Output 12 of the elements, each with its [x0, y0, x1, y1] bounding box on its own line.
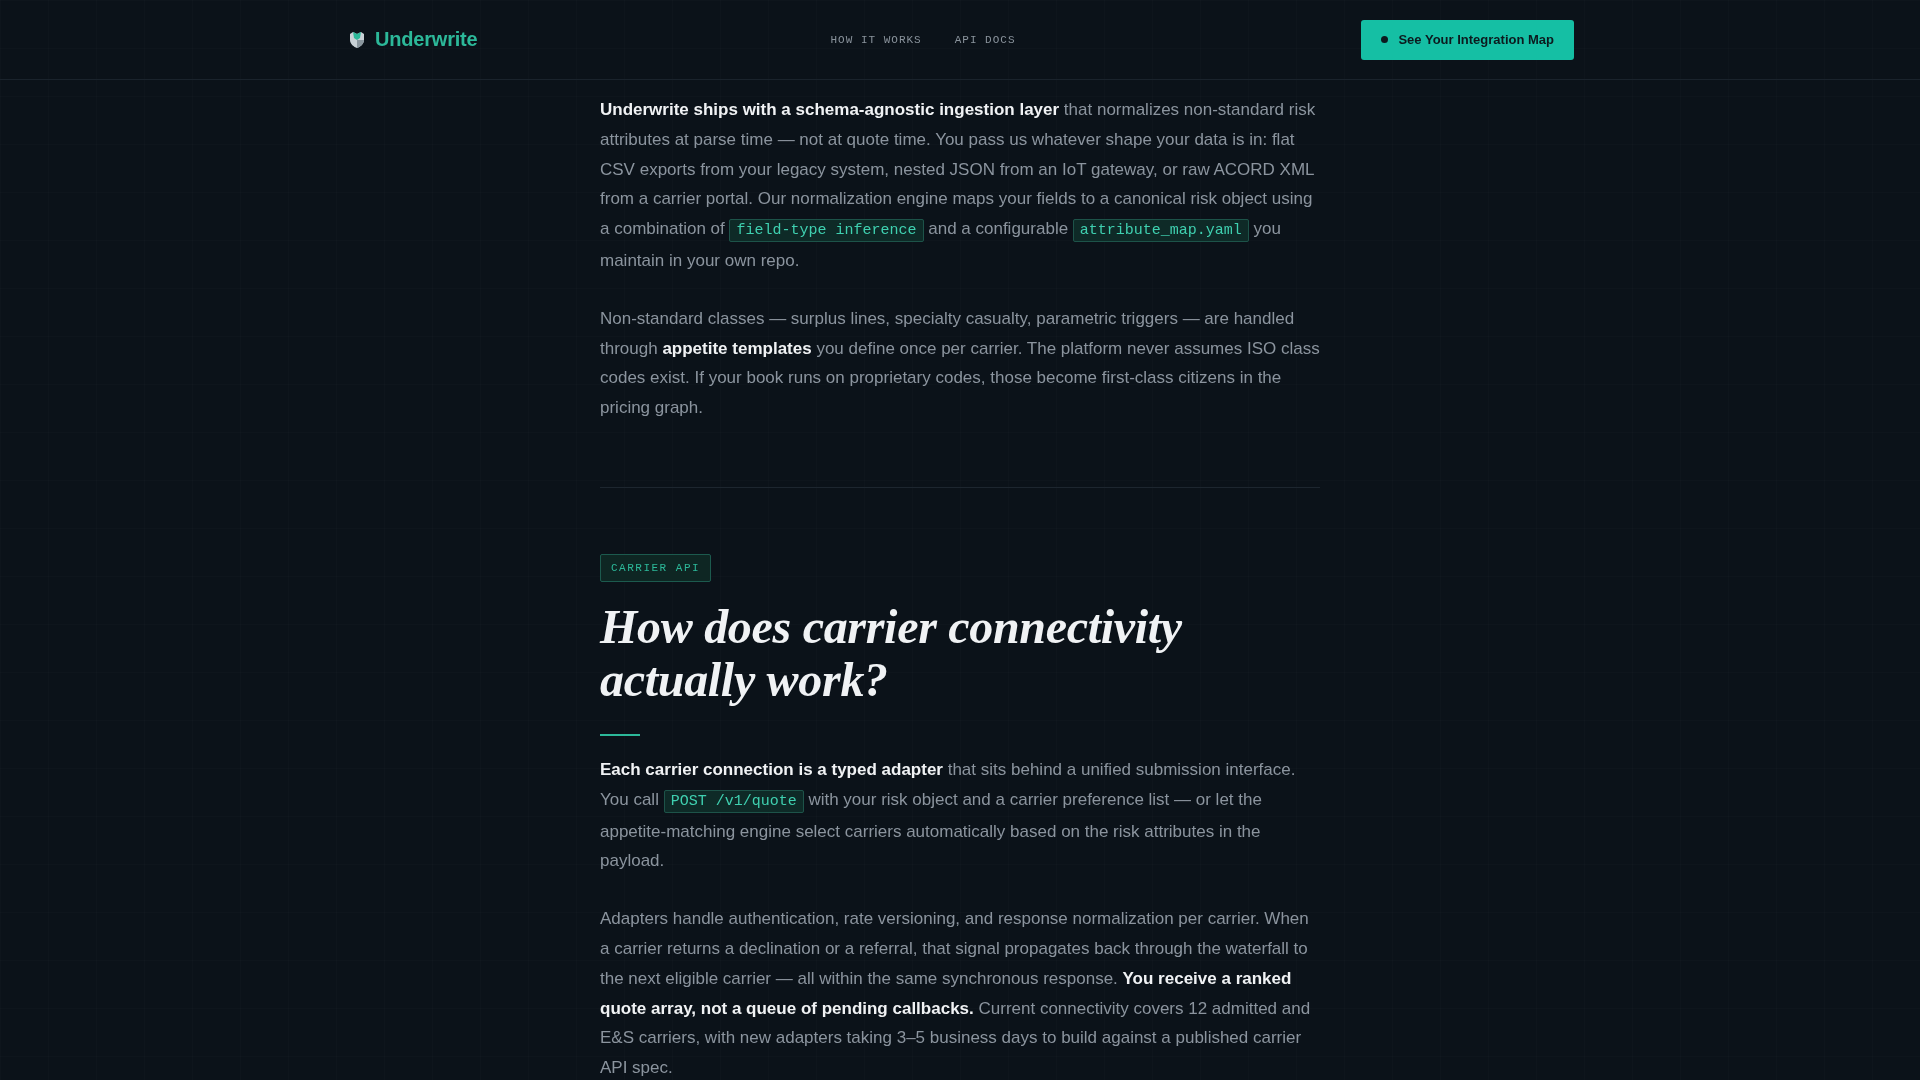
body-paragraph: Each carrier connection is a typed adapter that sits behind a unified submission interface. You call POST /v1/quote with your risk object and a carrier preference list — or let the appetite-matching engine select carriers automatically based on the risk attributes in the payload.	[600, 758, 1297, 873]
body-paragraph: Non-standard classes — surplus lines, specialty casualty, parametric triggers — are handled through appetite templates you define once per carrier. The platform never assumes ISO class codes exist. If your book runs on proprietary codes, those become first-class citizens in the pricing graph.	[600, 307, 1320, 420]
shield-logo-icon	[348, 30, 366, 49]
nav-link[interactable]: API DOCS	[954, 31, 1016, 48]
section-heading: How does carrier connectivity actually work?	[600, 599, 1183, 706]
body-paragraph: Adapters handle authentication, rate versioning, and response normalization per carrier. When a carrier returns a declination or a referral, that signal propagates back through the waterfall to the next eligible carrier — all within the same synchronous response. You receive a ranked quote array, not a queue of pending callbacks. Current connectivity covers 12 admitted and E&S carriers, with new adapters taking 3–5 business days to build against a published carrier API spec.	[600, 908, 1312, 1080]
brand-name[interactable]: Underwrite	[375, 28, 478, 51]
integration-map-button[interactable]: See Your Integration Map	[1361, 19, 1574, 60]
dot-icon	[1381, 36, 1389, 43]
section-tag: CARRIER API	[600, 553, 712, 582]
body-paragraph: Underwrite ships with a schema-agnostic ingestion layer that normalizes non-standard risk attributes at parse time — not at quote time. You pass us whatever shape your data is in: flat CSV exports from your legacy system, nested JSON from an IoT gateway, or raw ACORD XML from a carrier portal. Our normalization engine maps your fields to a canonical risk object using a combination of field-type inference and a configurable attribute_map.yaml you maintain in your own repo.	[600, 99, 1317, 272]
nav-link[interactable]: HOW IT WORKS	[830, 31, 922, 48]
